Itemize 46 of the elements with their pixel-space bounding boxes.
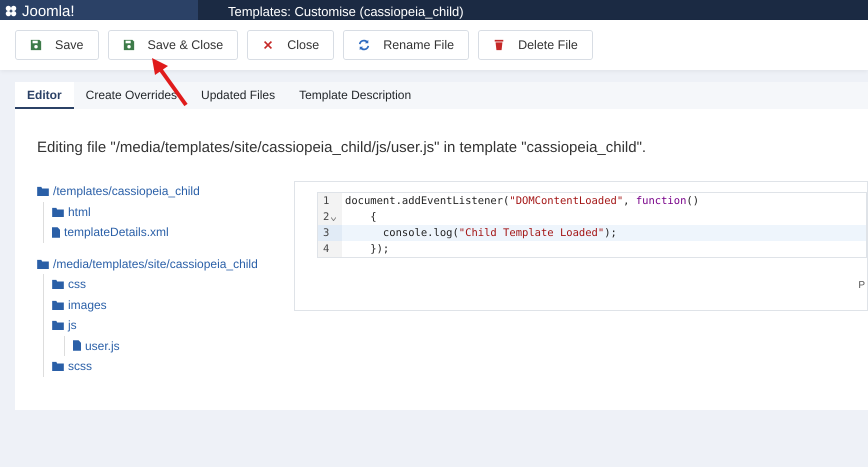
toolbar-button[interactable]: Save — [15, 30, 98, 60]
line-number: 4 — [323, 243, 330, 255]
folder-icon — [52, 279, 64, 290]
folder-icon — [37, 186, 49, 196]
line-number: 2 — [323, 211, 330, 223]
logo-text: Joomla! — [22, 3, 75, 20]
code-line: document.addEventListener("DOMContentLoaded", function() — [344, 194, 700, 209]
code-line: }); — [369, 242, 390, 257]
toolbar-button[interactable]: Close — [247, 30, 334, 60]
tree-item[interactable]: /media/templates/site/cassiopeia_child — [53, 256, 258, 271]
file-icon — [52, 226, 60, 238]
fold-icon[interactable] — [331, 217, 336, 221]
file-icon — [73, 340, 81, 352]
tree-item[interactable]: css — [68, 277, 86, 292]
tree-item[interactable]: scss — [68, 359, 92, 374]
tree-item[interactable]: /templates/cassiopeia_child — [53, 184, 200, 198]
page-title: Templates: Customise (cassiopeia_child) — [228, 3, 464, 20]
tab[interactable]: Updated Files — [189, 82, 288, 109]
tree-item[interactable]: user.js — [85, 338, 120, 353]
tree-item[interactable]: images — [68, 298, 107, 312]
save-icon — [30, 39, 42, 51]
toolbar-button[interactable]: Delete File — [478, 30, 593, 60]
trash-icon — [493, 39, 506, 51]
tab[interactable]: Create Overrides — [74, 82, 190, 109]
folder-icon — [37, 258, 49, 269]
line-number: 1 — [323, 195, 330, 207]
tree-item[interactable]: html — [68, 204, 91, 219]
tree-item[interactable]: js — [68, 318, 77, 332]
code-line: console.log("Child Template Loaded"); — [382, 226, 618, 241]
editing-message: Editing file "/media/templates/site/cassiopeia_child/js/user.js" in template "cassiopeia_child". — [37, 139, 648, 156]
refresh-icon — [358, 39, 370, 51]
toolbar-button[interactable]: Rename File — [343, 30, 470, 60]
joomla-logo-icon — [4, 4, 18, 18]
tab[interactable]: Template Description — [287, 82, 424, 109]
folder-icon — [52, 320, 64, 330]
close-icon — [262, 39, 274, 51]
folder-icon — [52, 300, 64, 310]
save-icon — [122, 39, 134, 51]
folder-icon — [52, 361, 64, 372]
toolbar-button[interactable]: Save & Close — [108, 30, 238, 60]
tab[interactable]: Editor — [15, 82, 74, 109]
line-number: 3 — [323, 227, 330, 239]
editor-status-text: P — [858, 280, 865, 291]
tree-item[interactable]: templateDetails.xml — [64, 225, 169, 240]
folder-icon — [52, 206, 64, 217]
code-line: { — [369, 210, 378, 225]
